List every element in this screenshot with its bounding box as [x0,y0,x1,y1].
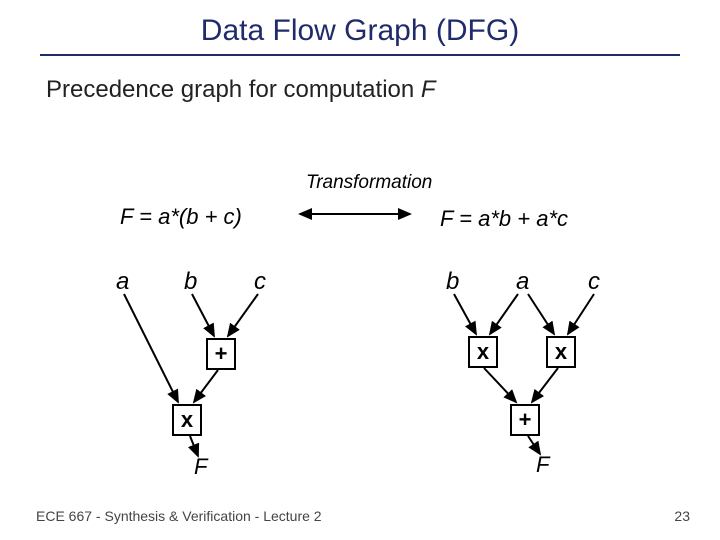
right-output: F [536,452,549,478]
right-op-times2: x [546,336,576,368]
subtitle-text: Precedence graph for computation [46,76,421,103]
transformation-label: Transformation [306,172,432,194]
footer-left: ECE 667 - Synthesis & Verification - Lec… [36,508,322,524]
left-input-a: a [116,268,129,296]
right-op-plus: + [510,404,540,436]
left-input-b: b [184,268,197,296]
right-input-a: a [516,268,529,296]
footer-right: 23 [674,508,690,524]
left-input-c: c [254,268,266,296]
equation-right: F = a*b + a*c [440,206,568,232]
subtitle: Precedence graph for computation F [46,76,720,104]
right-op-times1: x [468,336,498,368]
equation-left: F = a*(b + c) [120,204,242,230]
left-output: F [194,454,207,480]
subtitle-var: F [421,76,436,103]
title-divider [40,54,680,56]
page-title: Data Flow Graph (DFG) [0,0,720,48]
left-op-times: x [172,404,202,436]
left-op-plus: + [206,338,236,370]
right-input-c: c [588,268,600,296]
right-input-b: b [446,268,459,296]
